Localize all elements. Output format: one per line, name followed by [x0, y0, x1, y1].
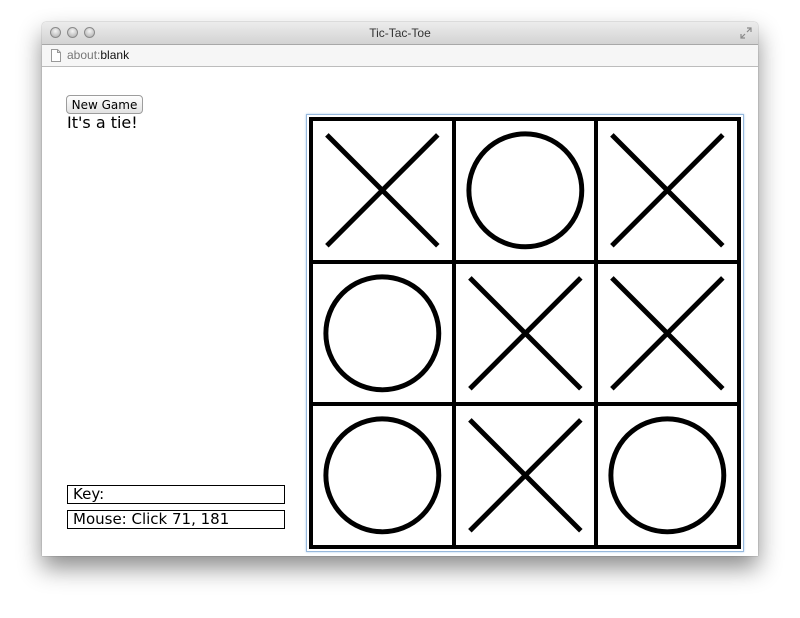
browser-window: Tic-Tac-Toe about:blank New Game It's a …	[42, 22, 758, 556]
game-canvas[interactable]	[306, 114, 744, 552]
board-cell-9[interactable]	[596, 404, 739, 547]
o-mark-icon	[323, 416, 442, 535]
x-mark-icon	[325, 133, 440, 248]
o-mark-icon	[608, 416, 727, 535]
key-readout: Key:	[67, 485, 285, 504]
url-text[interactable]: about:blank	[67, 48, 129, 62]
board-cell-4[interactable]	[311, 261, 454, 405]
o-mark-icon	[323, 274, 442, 392]
window-title: Tic-Tac-Toe	[369, 26, 431, 40]
document-icon	[51, 49, 61, 62]
url-scheme: about:	[67, 48, 101, 62]
tic-tac-toe-board[interactable]	[309, 117, 741, 549]
url-path: blank	[100, 48, 130, 62]
game-status: It's a tie!	[67, 113, 138, 132]
page-content: New Game It's a tie! Key: Mouse: Click 7…	[42, 67, 758, 556]
board-cell-6[interactable]	[596, 261, 739, 405]
board-cell-8[interactable]	[453, 404, 597, 547]
x-mark-icon	[467, 418, 583, 533]
new-game-button[interactable]: New Game	[66, 95, 143, 114]
address-bar[interactable]: about:blank	[42, 45, 758, 67]
fullscreen-icon[interactable]	[740, 27, 752, 39]
board-cell-1[interactable]	[311, 119, 454, 262]
board-cell-3[interactable]	[596, 119, 739, 262]
board-cell-2[interactable]	[453, 119, 597, 262]
x-mark-icon	[467, 275, 583, 391]
mouse-readout: Mouse: Click 71, 181	[67, 510, 285, 529]
title-bar: Tic-Tac-Toe	[42, 22, 758, 45]
board-cell-7[interactable]	[311, 404, 454, 547]
o-mark-icon	[466, 131, 584, 250]
x-mark-icon	[610, 275, 725, 391]
board-cell-5[interactable]	[453, 261, 597, 405]
x-mark-icon	[610, 133, 725, 248]
